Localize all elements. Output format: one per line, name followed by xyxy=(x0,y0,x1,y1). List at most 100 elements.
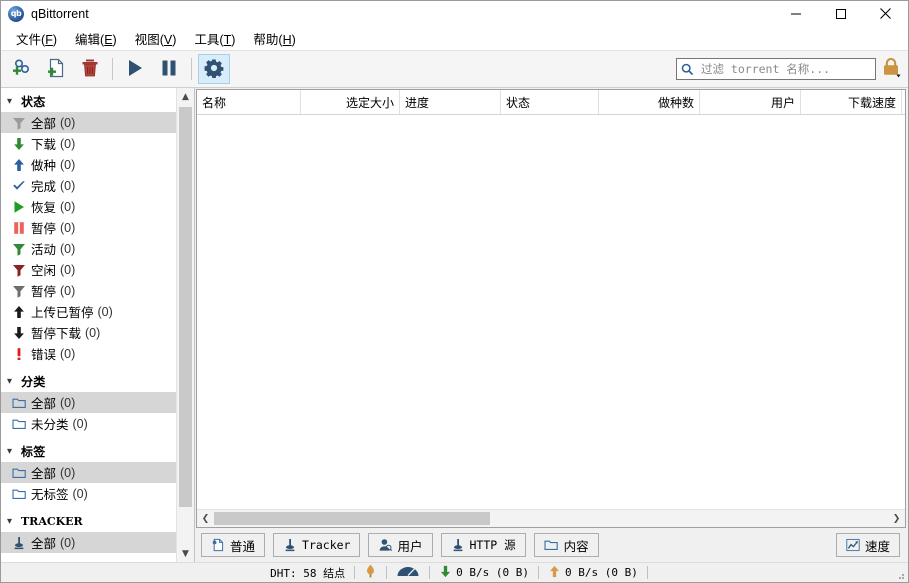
sidebar-item-label: 空闲 xyxy=(31,264,57,278)
tab-http-sources-label: HTTP 源 xyxy=(469,538,516,552)
resize-grip-icon[interactable] xyxy=(894,569,906,581)
tab-trackers[interactable]: Tracker xyxy=(273,533,361,557)
sidebar-item-status-downloading[interactable]: 下载 (0) xyxy=(1,133,176,154)
filter-sidebar-content: ▾ 状态 全部 (0) 下载 (0) 做种 (0) 完成 (0) 恢复 (0) … xyxy=(1,88,176,562)
sidebar-group-trackers[interactable]: ▾ TRACKER xyxy=(1,510,176,532)
hscroll-track[interactable] xyxy=(214,510,888,527)
toolbar xyxy=(1,50,908,88)
status-connection[interactable] xyxy=(355,564,386,580)
menu-help[interactable]: 帮助(H) xyxy=(244,26,304,51)
sidebar-item-category-uncategorized[interactable]: 未分类 (0) xyxy=(1,413,176,434)
sidebar-group-categories[interactable]: ▾ 分类 xyxy=(1,370,176,392)
menu-help-label: 帮助 xyxy=(253,32,279,47)
tab-speed[interactable]: 速度 xyxy=(835,533,900,557)
sidebar-item-tag-untagged[interactable]: 无标签 (0) xyxy=(1,483,176,504)
column-header-status[interactable]: 状态 xyxy=(501,90,599,114)
status-alt-speed[interactable] xyxy=(387,565,429,580)
sidebar-group-status[interactable]: ▾ 状态 xyxy=(1,90,176,112)
sidebar-scroll-track[interactable] xyxy=(177,105,194,545)
menu-file[interactable]: 文件(F) xyxy=(7,26,66,51)
tab-peers[interactable]: 用户 xyxy=(368,533,433,557)
sidebar-item-status-inactive[interactable]: 空闲 (0) xyxy=(1,259,176,280)
menu-edit-accel: E xyxy=(104,32,113,47)
sidebar-item-status-stalled[interactable]: 暂停 (0) xyxy=(1,280,176,301)
sidebar-item-status-stalled-uploading[interactable]: 上传已暂停 (0) xyxy=(1,301,176,322)
maximize-button[interactable] xyxy=(818,1,863,26)
column-header-name[interactable]: 名称 xyxy=(197,90,301,114)
sidebar-item-status-active[interactable]: 活动 (0) xyxy=(1,238,176,259)
menu-tools[interactable]: 工具(T) xyxy=(185,26,244,51)
torrent-table-body[interactable] xyxy=(197,115,905,509)
sidebar-group-categories-label: 分类 xyxy=(21,374,46,389)
toolbar-right-group xyxy=(676,51,904,87)
add-torrent-link-button[interactable] xyxy=(6,54,38,84)
sidebar-item-label: 无标签 xyxy=(31,488,69,502)
sidebar-item-count: (0) xyxy=(60,262,76,277)
column-header-selected-size[interactable]: 选定大小 xyxy=(301,90,400,114)
general-page-icon xyxy=(211,538,225,552)
add-torrent-link-icon xyxy=(11,57,33,82)
column-header-progress[interactable]: 进度 xyxy=(400,90,501,114)
sidebar-item-category-all[interactable]: 全部 (0) xyxy=(1,392,176,413)
menu-view[interactable]: 视图(V) xyxy=(126,26,186,51)
close-button[interactable] xyxy=(863,1,908,26)
minimize-button[interactable] xyxy=(773,1,818,26)
sidebar-group-status-label: 状态 xyxy=(21,94,46,109)
status-dht: DHT: 58 结点 xyxy=(261,565,354,580)
delete-icon xyxy=(79,57,101,82)
sidebar-scroll-thumb[interactable] xyxy=(179,107,192,507)
scroll-right-icon[interactable]: ❯ xyxy=(888,510,905,527)
column-header-seeds[interactable]: 做种数 xyxy=(599,90,700,114)
sidebar-item-count: (0) xyxy=(60,346,76,361)
sidebar-item-label: 暂停下载 xyxy=(31,327,82,341)
details-tab-bar: 普通 Tracker 用户 HTTP 源 内容 速度 xyxy=(195,528,908,562)
sidebar-item-label: 上传已暂停 xyxy=(31,306,94,320)
search-box[interactable] xyxy=(676,58,876,80)
resume-icon xyxy=(124,57,146,82)
sidebar-group-tags[interactable]: ▾ 标签 xyxy=(1,440,176,462)
column-header-peers[interactable]: 用户 xyxy=(700,90,801,114)
sidebar-item-label: 错误 xyxy=(31,348,57,362)
sidebar-item-status-stalled-downloading[interactable]: 暂停下载 (0) xyxy=(1,322,176,343)
sidebar-item-count: (0) xyxy=(72,486,88,501)
menu-edit[interactable]: 编辑(E) xyxy=(66,26,126,51)
pause-button[interactable] xyxy=(153,54,185,84)
status-separator-5 xyxy=(646,566,648,579)
scroll-up-icon[interactable]: ▲ xyxy=(177,88,194,105)
sidebar-item-status-resumed[interactable]: 恢复 (0) xyxy=(1,196,176,217)
tab-http-sources[interactable]: HTTP 源 xyxy=(440,533,526,557)
window-controls xyxy=(773,1,908,26)
column-header-download-speed[interactable]: 下载速度 xyxy=(801,90,902,114)
search-icon xyxy=(681,63,694,76)
search-input[interactable] xyxy=(699,61,871,77)
sidebar-scrollbar[interactable]: ▲ ▼ xyxy=(176,88,194,562)
folder-blue-icon xyxy=(544,538,559,552)
tab-general[interactable]: 普通 xyxy=(201,533,266,557)
hscroll-thumb[interactable] xyxy=(214,512,490,525)
menu-tools-accel: T xyxy=(223,32,232,47)
sidebar-item-status-paused[interactable]: 暂停 (0) xyxy=(1,217,176,238)
tab-content[interactable]: 内容 xyxy=(533,533,599,557)
sidebar-item-status-errored[interactable]: 错误 (0) xyxy=(1,343,176,364)
preferences-button[interactable] xyxy=(198,54,230,84)
add-torrent-file-button[interactable] xyxy=(40,54,72,84)
arrow-up-orange-icon xyxy=(548,565,561,581)
tab-content-label: 内容 xyxy=(563,539,589,554)
torrent-table-hscrollbar[interactable]: ❮ ❯ xyxy=(197,509,905,527)
arrow-down-green-icon xyxy=(9,137,29,151)
lock-button[interactable] xyxy=(878,54,904,84)
speed-chart-icon xyxy=(846,538,860,552)
scroll-down-icon[interactable]: ▼ xyxy=(177,545,194,562)
filter-green-icon xyxy=(9,242,29,256)
sidebar-item-tracker-all[interactable]: 全部 (0) xyxy=(1,532,176,553)
torrent-table: 名称 选定大小 进度 状态 做种数 用户 下载速度 ❮ ❯ xyxy=(196,89,906,528)
tab-speed-label: 速度 xyxy=(864,539,890,554)
delete-button[interactable] xyxy=(74,54,106,84)
scroll-left-icon[interactable]: ❮ xyxy=(197,510,214,527)
sidebar-item-status-completed[interactable]: 完成 (0) xyxy=(1,175,176,196)
sidebar-item-status-seeding[interactable]: 做种 (0) xyxy=(1,154,176,175)
resume-button[interactable] xyxy=(119,54,151,84)
lock-icon xyxy=(880,56,902,83)
sidebar-item-tag-all[interactable]: 全部 (0) xyxy=(1,462,176,483)
sidebar-item-status-all[interactable]: 全部 (0) xyxy=(1,112,176,133)
